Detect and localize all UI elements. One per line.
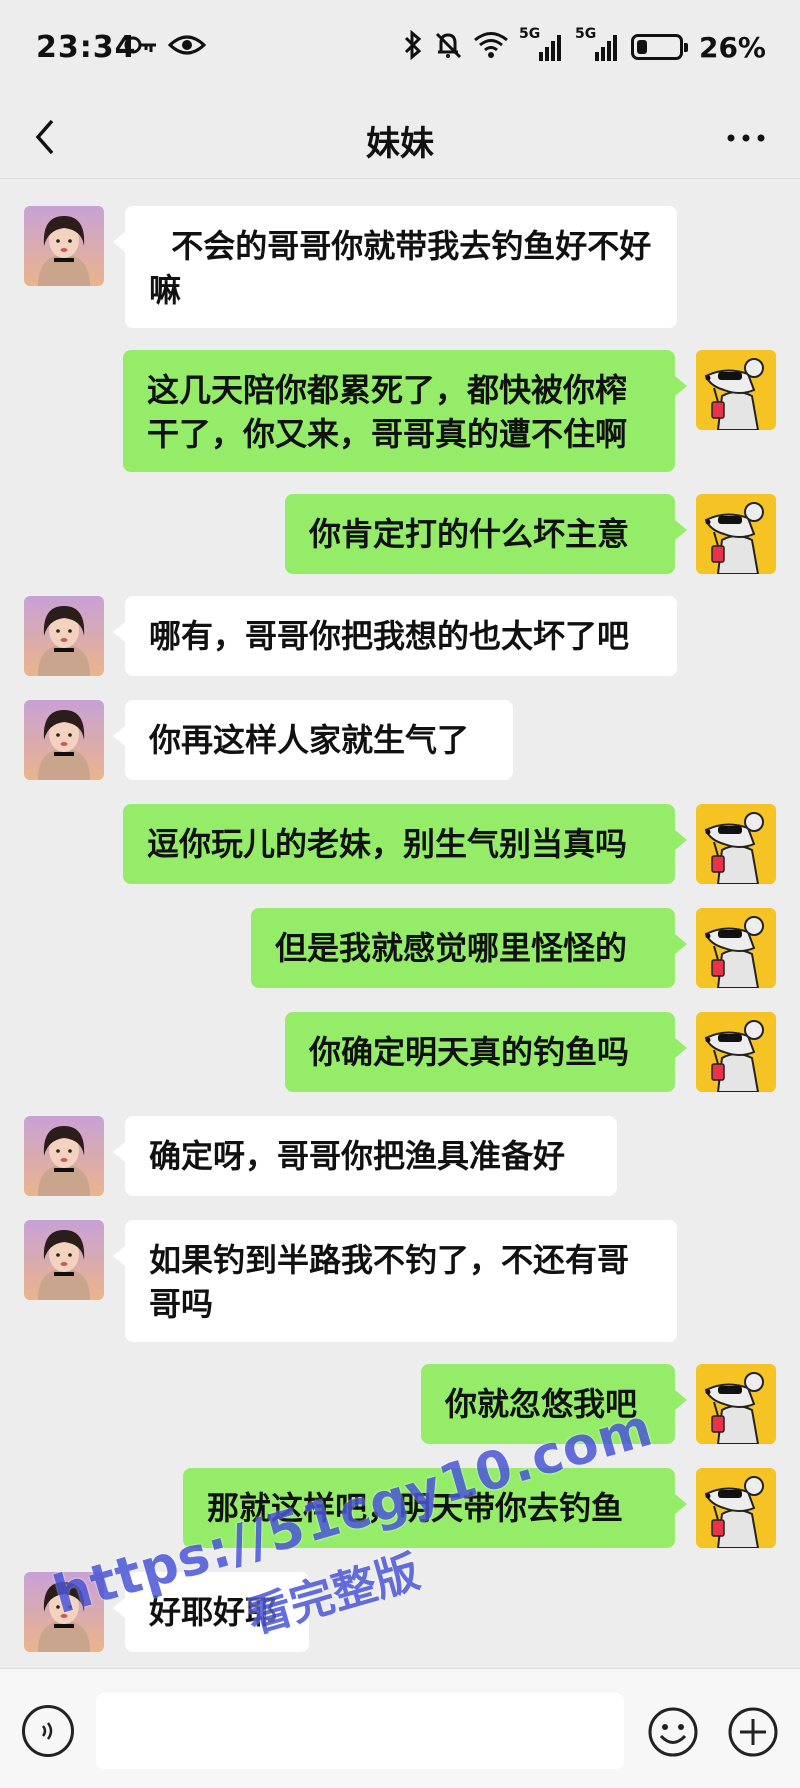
key-icon (124, 33, 158, 61)
chat-header: 妹妹 (0, 100, 800, 179)
message-bubble-sent[interactable]: 逗你玩儿的老妹，别生气别当真吗 (123, 804, 687, 884)
my-avatar[interactable] (696, 1364, 776, 1444)
voice-button[interactable] (22, 1705, 74, 1757)
battery-percent: 26% (698, 30, 766, 64)
girl-avatar-icon (24, 700, 104, 780)
status-bar: 23:34 5G 5G 26% (0, 0, 800, 100)
eye-icon (167, 32, 207, 62)
message-bubble-sent[interactable]: 你确定明天真的钓鱼吗 (285, 1012, 687, 1092)
message-bubble-sent[interactable]: 你就忽悠我吧 (421, 1364, 687, 1444)
contact-avatar[interactable] (24, 206, 104, 286)
contact-avatar[interactable] (24, 700, 104, 780)
contact-avatar[interactable] (24, 1116, 104, 1196)
message-bubble-received[interactable]: 不会的哥哥你就带我去钓鱼好不好嘛 (113, 206, 677, 328)
cartoon-rat-avatar-icon (696, 1468, 776, 1548)
girl-avatar-icon (24, 206, 104, 286)
wifi-icon (473, 31, 509, 63)
my-avatar[interactable] (696, 804, 776, 884)
message-bubble-sent[interactable]: 那就这样吧，明天带你去钓鱼 (183, 1468, 687, 1548)
signal-icon: 5G (575, 26, 621, 62)
cartoon-rat-avatar-icon (696, 804, 776, 884)
message-bubble-received[interactable]: 好耶好耶 (113, 1572, 309, 1652)
cartoon-rat-avatar-icon (696, 494, 776, 574)
message-list[interactable]: 不会的哥哥你就带我去钓鱼好不好嘛 这几天陪你都累死了，都快被你榨干了，你又来，哥… (0, 178, 800, 1668)
plus-button[interactable] (726, 1705, 780, 1759)
emoji-button[interactable] (646, 1705, 700, 1759)
message-bubble-received[interactable]: 确定呀，哥哥你把渔具准备好 (113, 1116, 617, 1196)
message-bubble-sent[interactable]: 但是我就感觉哪里怪怪的 (251, 908, 687, 988)
chat-title: 妹妹 (366, 124, 434, 164)
message-input[interactable] (96, 1693, 624, 1769)
cartoon-rat-avatar-icon (696, 1012, 776, 1092)
contact-avatar[interactable] (24, 596, 104, 676)
girl-avatar-icon (24, 1116, 104, 1196)
message-bubble-sent[interactable]: 这几天陪你都累死了，都快被你榨干了，你又来，哥哥真的遭不住啊 (123, 350, 687, 472)
my-avatar[interactable] (696, 908, 776, 988)
girl-avatar-icon (24, 1220, 104, 1300)
cartoon-rat-avatar-icon (696, 1364, 776, 1444)
cartoon-rat-avatar-icon (696, 350, 776, 430)
input-bar (0, 1668, 800, 1788)
contact-avatar[interactable] (24, 1220, 104, 1300)
girl-avatar-icon (24, 596, 104, 676)
message-bubble-received[interactable]: 如果钓到半路我不钓了，不还有哥哥吗 (113, 1220, 677, 1342)
plus-icon (728, 1707, 778, 1757)
my-avatar[interactable] (696, 1468, 776, 1548)
bluetooth-icon (403, 29, 423, 64)
battery-fill (636, 40, 647, 54)
signal-icon: 5G (519, 26, 565, 62)
girl-avatar-icon (24, 1572, 104, 1652)
more-icon (727, 134, 765, 142)
message-bubble-sent[interactable]: 你肯定打的什么坏主意 (285, 494, 687, 574)
cartoon-rat-avatar-icon (696, 908, 776, 988)
battery-icon (630, 34, 688, 60)
my-avatar[interactable] (696, 1012, 776, 1092)
status-left-icons (124, 32, 207, 62)
status-right-icons: 5G 5G 26% (403, 26, 766, 64)
message-bubble-received[interactable]: 哪有，哥哥你把我想的也太坏了吧 (113, 596, 677, 676)
more-button[interactable] (716, 116, 776, 160)
mute-icon (433, 30, 463, 64)
voice-icon (41, 1722, 53, 1740)
emoji-icon (648, 1707, 698, 1757)
message-bubble-received[interactable]: 你再这样人家就生气了 (113, 700, 513, 780)
my-avatar[interactable] (696, 350, 776, 430)
status-time: 23:34 (36, 30, 137, 65)
my-avatar[interactable] (696, 494, 776, 574)
contact-avatar[interactable] (24, 1572, 104, 1652)
